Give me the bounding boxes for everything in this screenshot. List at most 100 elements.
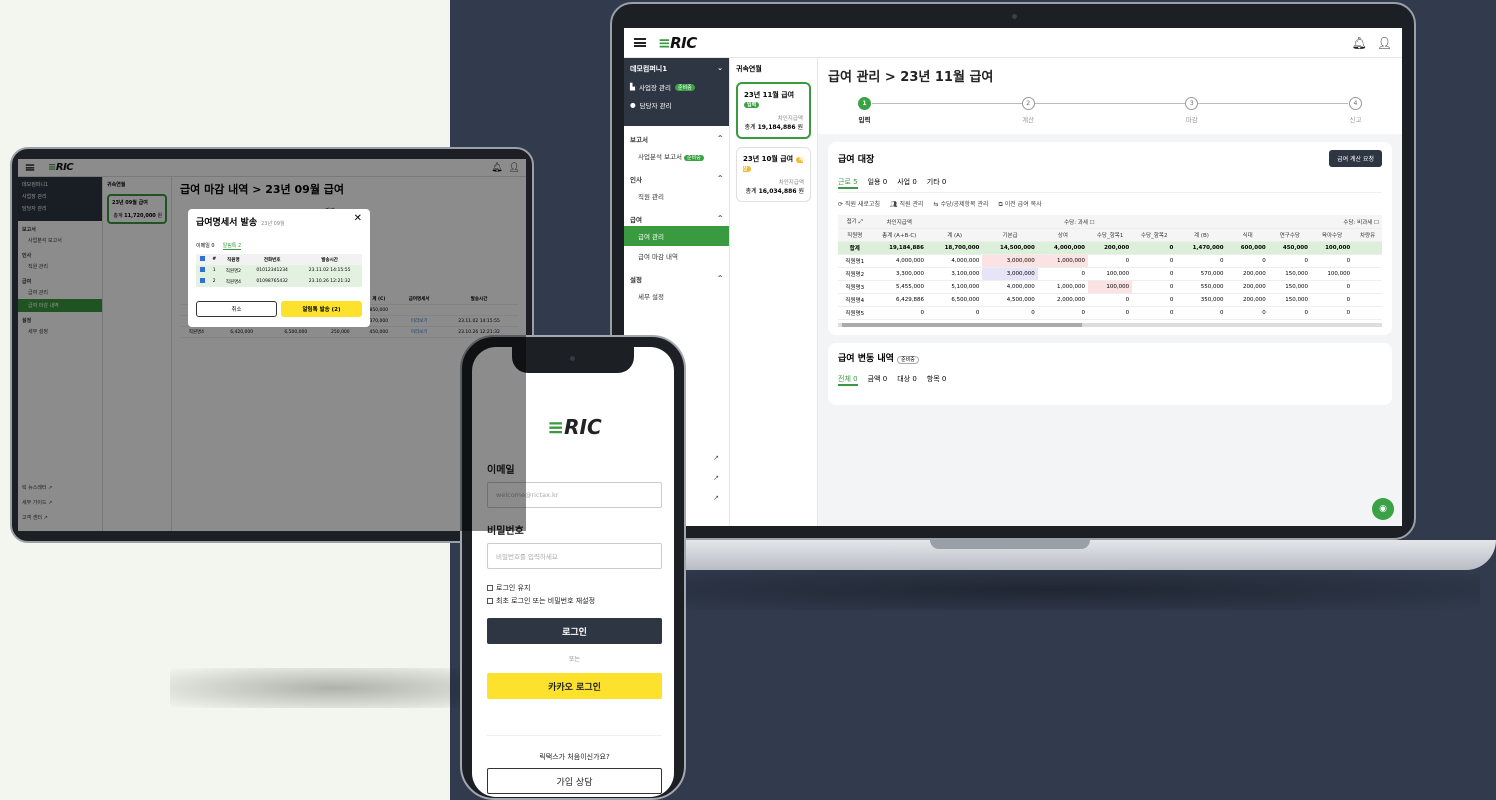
sidebar-group-payroll[interactable]: 급여 ^ (624, 206, 729, 226)
refresh-button[interactable]: ⟳ 직원 새로고침 (838, 199, 880, 209)
sidebar-item-tax-settings[interactable]: 세무 설정 (624, 286, 729, 306)
table-cell[interactable]: 0 (1310, 306, 1354, 320)
row-checkbox[interactable] (199, 267, 205, 272)
sidebar-item-payroll-closing[interactable]: 급여 마감 내역 (624, 246, 729, 266)
company-selector[interactable]: 데모컴퍼니1 ⌄ (630, 64, 723, 74)
table-row[interactable]: 직원명5 0 0 0 0 0 0 0 0 0 0 (838, 306, 1382, 320)
allowance-manage-button[interactable]: ⇆ 수당/공제항목 관리 (934, 199, 989, 209)
sidebar-group-reports[interactable]: 보고서 ^ (624, 126, 729, 146)
table-cell[interactable]: 0 (1037, 267, 1089, 281)
table-row[interactable]: 1 직원명2 01012341234 23.11.02 14:15:55 (196, 265, 362, 276)
tab-all[interactable]: 전체 0 (838, 374, 858, 386)
table-cell[interactable]: 0 (1310, 280, 1354, 294)
table-cell[interactable]: 1,000,000 (1037, 254, 1089, 268)
table-cell[interactable]: 570,000 (1176, 267, 1227, 281)
employee-manage-button[interactable]: 👥︎ 직원 관리 (890, 199, 924, 209)
table-cell[interactable]: 0 (1268, 254, 1311, 268)
horizontal-scrollbar[interactable] (838, 323, 1382, 327)
table-cell[interactable]: 0 (1088, 254, 1133, 268)
table-cell[interactable]: 600,000 (1226, 241, 1269, 255)
row-checkbox[interactable] (199, 278, 205, 283)
table-cell[interactable] (1353, 254, 1382, 268)
table-cell[interactable]: 0 (1132, 293, 1177, 307)
total-row[interactable]: 합계 19,184,886 18,700,000 14,500,000 4,000,00… (838, 241, 1382, 255)
sidebar-item-employees[interactable]: 직원 관리 (624, 186, 729, 206)
table-cell[interactable]: 0 (1132, 306, 1177, 320)
table-cell[interactable]: 200,000 (1088, 241, 1133, 255)
table-cell[interactable]: 0 (1226, 254, 1269, 268)
login-button[interactable]: 로그인 (487, 618, 662, 644)
table-cell[interactable]: 14,500,000 (982, 241, 1038, 255)
table-cell[interactable]: 200,000 (1226, 280, 1269, 294)
tab-email[interactable]: 이메일 0 (196, 242, 215, 250)
table-cell[interactable]: 3,000,000 (982, 254, 1038, 268)
table-cell[interactable]: 0 (1310, 293, 1354, 307)
table-cell[interactable]: 200,000 (1226, 267, 1269, 281)
month-card-nov[interactable]: 23년 11월 급여 입력 차인지급액 총계 19,184,886 원 (736, 82, 811, 139)
table-cell[interactable]: 0 (1037, 306, 1089, 320)
table-cell[interactable]: 0 (1226, 306, 1269, 320)
table-cell[interactable]: 100,000 (1088, 280, 1133, 294)
sidebar-item-managers[interactable]: ● 담당자 관리 (630, 100, 723, 110)
table-cell[interactable]: 0 (1176, 306, 1227, 320)
table-cell[interactable]: 150,000 (1268, 280, 1311, 294)
table-row[interactable]: 직원명3 5,455,000 5,100,000 4,000,000 1,000,000… (838, 280, 1382, 294)
table-cell[interactable]: 1,000,000 (1037, 280, 1089, 294)
table-cell[interactable]: 150,000 (1268, 267, 1311, 281)
tab-amount[interactable]: 금액 0 (868, 374, 888, 386)
tab-labor[interactable]: 근로 5 (838, 177, 858, 189)
sidebar-group-hr[interactable]: 인사 ^ (624, 166, 729, 186)
copy-previous-button[interactable]: ⧉ 이전 급여 복사 (999, 199, 1042, 209)
table-cell[interactable]: 2,000,000 (1037, 293, 1089, 307)
step-calc[interactable]: 2 계산 (1021, 97, 1035, 124)
sidebar-item-workplace[interactable]: ▙ 사업장 관리 준비중 (630, 82, 723, 92)
chat-button[interactable]: ◉ (1372, 498, 1394, 520)
table-cell[interactable]: 0 (1132, 280, 1177, 294)
signup-consult-button[interactable]: 가입 상담 (487, 768, 662, 794)
calc-request-button[interactable]: 급여 계산 요청 (1329, 150, 1382, 167)
step-input[interactable]: 1 입력 (858, 97, 871, 124)
cancel-button[interactable]: 취소 (196, 301, 277, 317)
sidebar-item-payroll-manage[interactable]: 급여 관리 (624, 226, 729, 246)
table-cell[interactable]: 100,000 (1088, 267, 1133, 281)
tab-other[interactable]: 기타 0 (927, 177, 947, 189)
keep-login-checkbox[interactable]: 로그인 유지 (487, 583, 662, 593)
table-cell[interactable] (1353, 280, 1382, 294)
sidebar-group-settings[interactable]: 설정 ^ (624, 266, 729, 286)
table-row[interactable]: 2 직원명4 01098765432 23.10.26 12:21:32 (196, 276, 362, 287)
table-cell[interactable]: 450,000 (1268, 241, 1311, 255)
table-row[interactable]: 직원명1 4,000,000 4,000,000 3,000,000 1,000,000… (838, 254, 1382, 268)
table-cell[interactable]: 0 (1176, 254, 1227, 268)
table-cell[interactable]: 100,000 (1310, 241, 1354, 255)
table-cell[interactable] (1353, 293, 1382, 307)
table-cell[interactable]: 4,000,000 (982, 280, 1038, 294)
table-row[interactable]: 직원명4 6,429,886 6,500,000 4,500,000 2,000,000… (838, 293, 1382, 307)
table-cell[interactable] (1353, 267, 1382, 281)
tab-business[interactable]: 사업 0 (897, 177, 917, 189)
table-cell[interactable]: 1,470,000 (1176, 241, 1227, 255)
menu-icon[interactable] (634, 38, 646, 47)
collapse-toggle[interactable]: 접기 ⤢ (838, 215, 872, 229)
table-cell[interactable]: 0 (1268, 306, 1311, 320)
table-cell[interactable]: 200,000 (1226, 293, 1269, 307)
user-icon[interactable]: 👤︎ (1377, 36, 1392, 50)
bell-icon[interactable]: 🔔︎ (1352, 36, 1367, 50)
table-row[interactable]: 직원명2 3,300,000 3,100,000 3,000,000 0 100,000 0… (838, 267, 1382, 281)
kakao-login-button[interactable]: 카카오 로그인 (487, 673, 662, 699)
table-cell[interactable]: 4,000,000 (1037, 241, 1089, 255)
tab-target[interactable]: 대상 0 (897, 374, 917, 386)
password-field[interactable]: 비밀번호를 입력하세요 (487, 543, 662, 569)
sidebar-item-report[interactable]: 사업분석 보고서 준비중 (624, 146, 729, 166)
table-cell[interactable]: 100,000 (1310, 267, 1354, 281)
table-cell[interactable]: 4,500,000 (982, 293, 1038, 307)
table-cell[interactable] (1353, 306, 1382, 320)
table-cell[interactable]: 0 (1310, 254, 1354, 268)
table-cell[interactable]: 350,000 (1176, 293, 1227, 307)
step-close[interactable]: 3 마감 (1185, 97, 1199, 124)
table-cell[interactable]: 0 (1088, 306, 1133, 320)
table-cell[interactable]: 0 (1132, 241, 1177, 255)
month-card-oct[interactable]: 23년 10월 급여 계산 차인지급액 총계 16,034,886 원 (736, 147, 811, 202)
table-cell[interactable]: 3,000,000 (982, 267, 1038, 281)
table-cell[interactable] (1353, 241, 1382, 255)
tab-item[interactable]: 항목 0 (927, 374, 947, 386)
